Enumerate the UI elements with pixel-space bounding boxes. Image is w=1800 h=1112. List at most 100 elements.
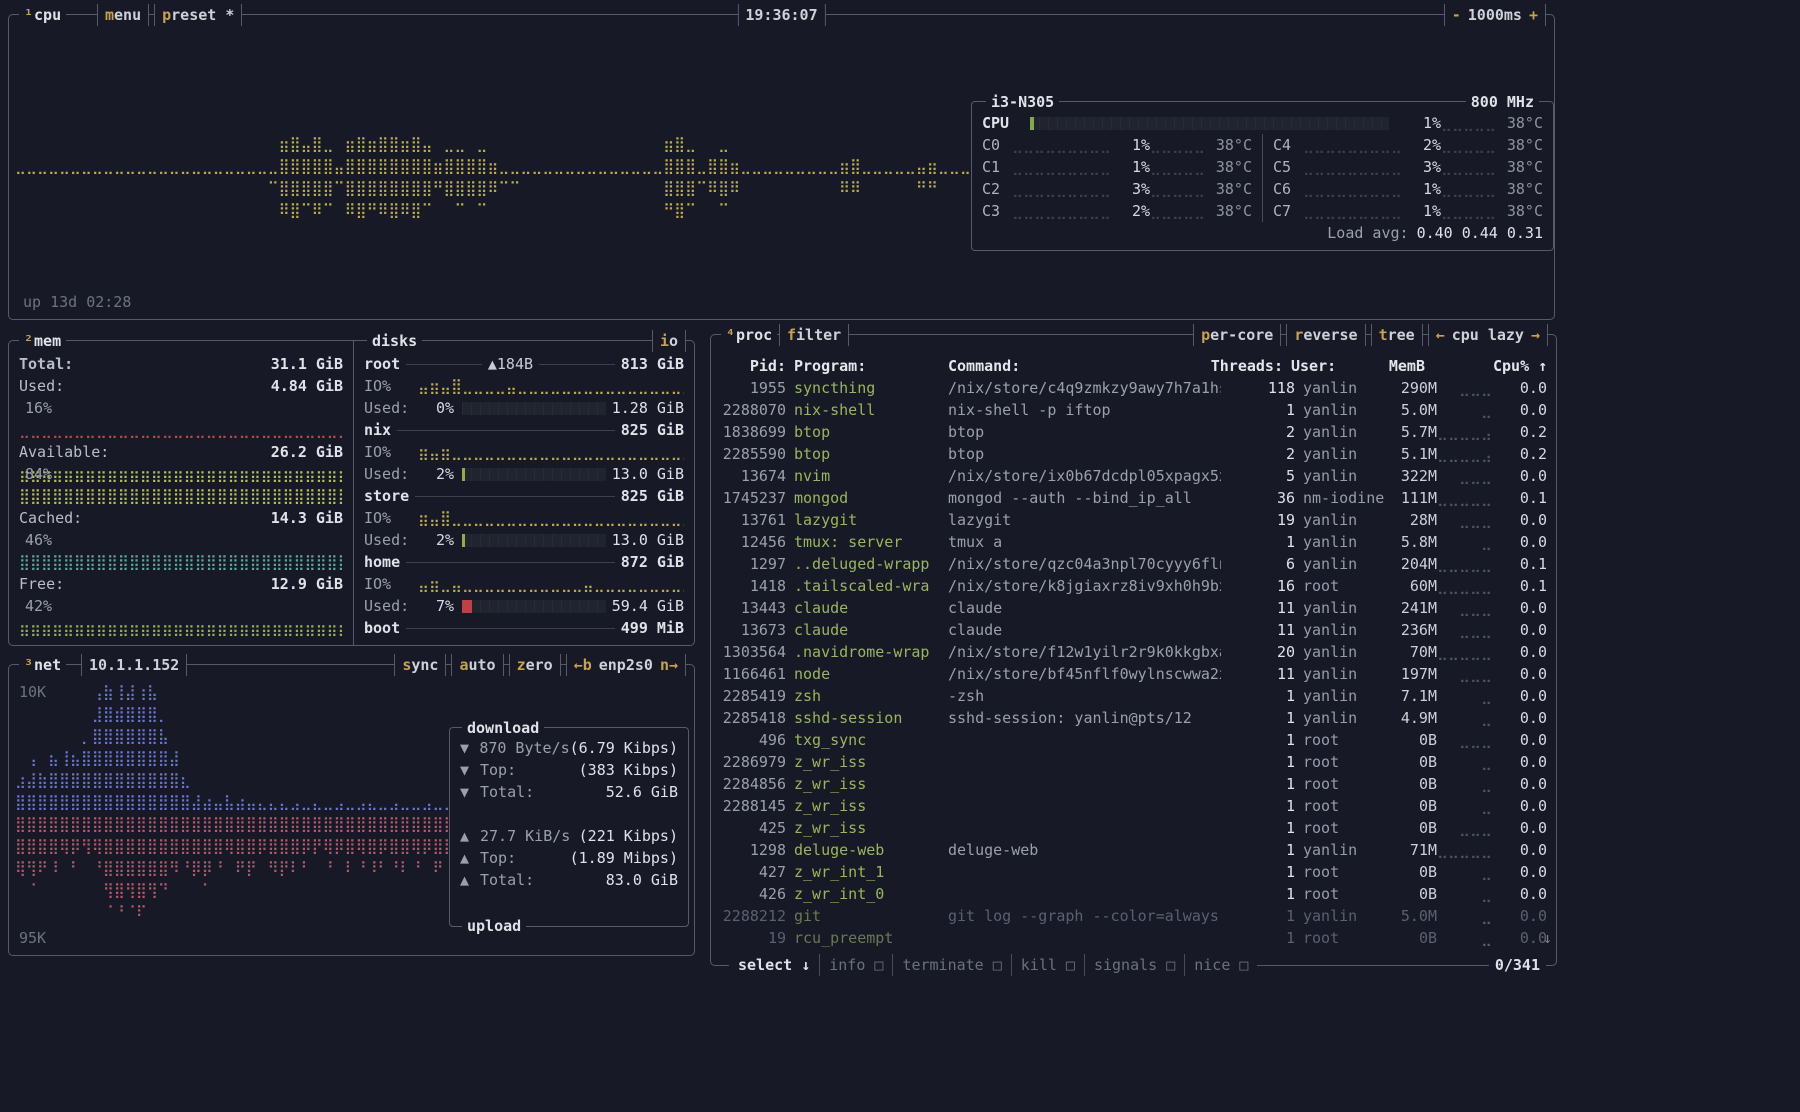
process-pid: 1838699 (720, 421, 786, 443)
interval-decrease-button[interactable]: - (1452, 6, 1461, 24)
process-command: btop (948, 443, 1221, 465)
network-panel-title: ³net (19, 654, 66, 676)
process-row[interactable]: 426z_wr_int_01root0B⠀⠀⠀⠀⣀⣀0.0 (720, 883, 1547, 905)
disk-entry: store 825 GiB IO% ⣶⣤⣿⣀⣀⣀⣀⣀⣀⣀⣀⣀⣀⣀⣀⣀⣀⣀⣀⣀⣀⣀… (364, 485, 684, 551)
proc-hint-select[interactable]: select ↓ (729, 954, 819, 976)
disk-used-meter-fill (462, 600, 472, 613)
cpu-total-temp-graph: ⣀⣀⣀⣀⣀⣀ (1441, 112, 1495, 134)
disk-used-meter (462, 534, 606, 547)
net-zero-button[interactable]: zero (509, 654, 561, 676)
disk-size: 813 GiB (621, 353, 684, 375)
core-label: C5 (1273, 156, 1303, 178)
process-cpu-percent: 0.0 (1493, 861, 1547, 883)
mem-stat: Free:12.9 GiB ⠀⠀⠀⠀⠀⠀⠀⠀⠀⠀⠀⠀⠀⠀⠀⠀⠀⠀⠀⠀⠀⠀⠀⠀⠀⠀… (19, 573, 343, 639)
process-footer-hints: select ↓info □terminate □kill □signals □… (729, 954, 1257, 976)
process-row[interactable]: 496txg_sync1root0B⠀⠀⣀⣀⣀⣀0.0 (720, 729, 1547, 751)
process-command: claude (948, 619, 1221, 641)
process-row[interactable]: 1838699btopbtop2yanlin5.7M⣀⣀⣀⣀⣠⣀0.2 (720, 421, 1547, 443)
process-row[interactable]: 2288070nix-shellnix-shell -p iftop1yanli… (720, 399, 1547, 421)
process-command: deluge-web (948, 839, 1221, 861)
net-iface-next-button[interactable]: n→ (660, 656, 678, 674)
filter-button[interactable]: filter (779, 324, 849, 346)
process-threads: 6 (1221, 553, 1295, 575)
per-core-toggle[interactable]: per-core (1193, 324, 1281, 346)
proc-hint-nice[interactable]: nice □ (1184, 954, 1257, 976)
process-cpu-graph: ⠀⠀⠀⠀⣀⣀ (1437, 685, 1493, 707)
scroll-down-indicator[interactable]: ↓ (1543, 927, 1552, 949)
process-row[interactable]: 1303564.navidrome-wrap/nix/store/f12w1yi… (720, 641, 1547, 663)
mem-stat: Used:4.84 GiB ⠀⠀⠀⠀⠀⠀⠀⠀⠀⠀⠀⠀⠀⠀⠀⠀⠀⠀⠀⠀⠀⠀⠀⠀⠀⠀… (19, 375, 343, 441)
menu-button[interactable]: menu (97, 4, 149, 26)
process-row[interactable]: 425z_wr_iss1root0B⠀⠀⣀⣀⣀⣀0.0 (720, 817, 1547, 839)
process-row[interactable]: 13673claudeclaude11yanlin236M⠀⠀⣀⣀⣀⣀0.0 (720, 619, 1547, 641)
process-cpu-percent: 0.0 (1493, 641, 1547, 663)
disk-used-percent: 2% (416, 529, 454, 551)
process-row[interactable]: 427z_wr_int_11root0B⠀⠀⠀⠀⣀⣀0.0 (720, 861, 1547, 883)
core-usage-meter: ⣀⣀⣀⣀⣀⣀⣀⣀⣀⣀ (1012, 134, 1110, 156)
disks-io-toggle[interactable]: io (652, 330, 686, 352)
process-row[interactable]: 2285590btopbtop2yanlin5.1M⣀⣀⣀⣀⣠⣀0.2 (720, 443, 1547, 465)
process-row[interactable]: 2286979z_wr_iss1root0B⠀⠀⠀⠀⣀⣀0.0 (720, 751, 1547, 773)
update-interval: -1000ms+ (1444, 4, 1546, 26)
disk-used-label: Used: (364, 529, 416, 551)
sort-prev-button[interactable]: ← (1436, 326, 1445, 344)
process-cpu-percent: 0.0 (1493, 707, 1547, 729)
process-user: yanlin (1303, 641, 1387, 663)
core-temp: 38°C (1204, 200, 1252, 222)
process-row[interactable]: 2285419zsh-zsh1yanlin7.1M⠀⠀⠀⠀⣀⣀0.0 (720, 685, 1547, 707)
process-row[interactable]: 1166461node/nix/store/bf45nflf0wylnscwwa… (720, 663, 1547, 685)
process-row[interactable]: 19rcu_preempt1root0B⠀⠀⠀⠀⣀⣀0.0 (720, 927, 1547, 949)
process-program: tmux: server (794, 531, 948, 553)
proc-hint-info[interactable]: info □ (819, 954, 892, 976)
process-row[interactable]: 2284856z_wr_iss1root0B⠀⠀⠀⠀⣀⣀0.0 (720, 773, 1547, 795)
disk-used-meter-fill (462, 534, 465, 547)
process-row[interactable]: 13443claudeclaude11yanlin241M⠀⠀⣀⣀⣀⣀0.0 (720, 597, 1547, 619)
process-row[interactable]: 1745237mongodmongod --auth --bind_ip_all… (720, 487, 1547, 509)
preset-button[interactable]: preset * (154, 4, 242, 26)
process-row[interactable]: 2288145z_wr_iss1root0B⠀⠀⠀⠀⣀⣀0.0 (720, 795, 1547, 817)
reverse-toggle[interactable]: reverse (1286, 324, 1365, 346)
process-row[interactable]: 1418.tailscaled-wra/nix/store/k8jgiaxrz8… (720, 575, 1547, 597)
process-row[interactable]: 2288212gitgit log --graph --color=always… (720, 905, 1547, 927)
proc-hint-kill[interactable]: kill □ (1011, 954, 1084, 976)
core-row: C0 ⣀⣀⣀⣀⣀⣀⣀⣀⣀⣀ 1% ⣀⣀⣀⣀⣀⣀ 38°C C4 ⣀⣀⣀⣀⣀⣀⣀⣀… (982, 134, 1543, 156)
process-program: z_wr_iss (794, 795, 948, 817)
process-row[interactable]: 12456tmux: servertmux a1yanlin5.8M⠀⠀⠀⠀⣀⣀… (720, 531, 1547, 553)
process-row[interactable]: 13674nvim/nix/store/ix0b67dcdpl05xpagx5x… (720, 465, 1547, 487)
process-row[interactable]: 1298deluge-webdeluge-web1yanlin71M⣀⣀⣀⣀⣀⣀… (720, 839, 1547, 861)
process-cpu-graph: ⠀⠀⠀⠀⣀⣀ (1437, 399, 1493, 421)
core-percent: 1% (1401, 178, 1441, 200)
mem-stat-label: Available: (19, 441, 109, 463)
process-row[interactable]: 13761lazygitlazygit19yanlin28M⠀⠀⣀⣀⣀⣀0.0 (720, 509, 1547, 531)
tree-toggle[interactable]: tree (1371, 324, 1423, 346)
net-iface-prev-button[interactable]: ←b (574, 656, 592, 674)
process-cpu-graph: ⠀⠀⣀⣀⣀⣀ (1437, 817, 1493, 839)
sort-selector: ←cpu lazy→ (1428, 324, 1548, 346)
process-cpu-percent: 0.1 (1493, 487, 1547, 509)
process-pid: 2288070 (720, 399, 786, 421)
core-temp-graph: ⣀⣀⣀⣀⣀⣀ (1150, 178, 1204, 200)
proc-hint-terminate[interactable]: terminate □ (892, 954, 1010, 976)
sort-next-button[interactable]: → (1531, 326, 1540, 344)
net-sync-button[interactable]: sync (394, 654, 446, 676)
net-auto-button[interactable]: auto (451, 654, 503, 676)
process-program: sshd-session (794, 707, 948, 729)
process-cpu-graph: ⠀⠀⣀⣀⣀⣀ (1437, 465, 1493, 487)
process-pid: 1745237 (720, 487, 786, 509)
process-user: yanlin (1303, 707, 1387, 729)
process-pid: 1298 (720, 839, 786, 861)
process-program: txg_sync (794, 729, 948, 751)
cpu-model: i3-N305 (986, 91, 1059, 113)
process-pid: 2285418 (720, 707, 786, 729)
process-mem: 7.1M (1387, 685, 1437, 707)
interval-increase-button[interactable]: + (1529, 6, 1538, 24)
process-threads: 1 (1221, 399, 1295, 421)
proc-hint-signals[interactable]: signals □ (1084, 954, 1184, 976)
process-row[interactable]: 1955syncthing/nix/store/c4q9zmkzy9awy7h7… (720, 377, 1547, 399)
process-user: root (1303, 773, 1387, 795)
process-row[interactable]: 2285418sshd-sessionsshd-session: yanlin@… (720, 707, 1547, 729)
net-scale-top: 10K (19, 681, 46, 703)
process-mem: 28M (1387, 509, 1437, 531)
process-row[interactable]: 1297..deluged-wrapp/nix/store/qzc04a3npl… (720, 553, 1547, 575)
disk-used-value: 59.4 GiB (606, 595, 684, 617)
